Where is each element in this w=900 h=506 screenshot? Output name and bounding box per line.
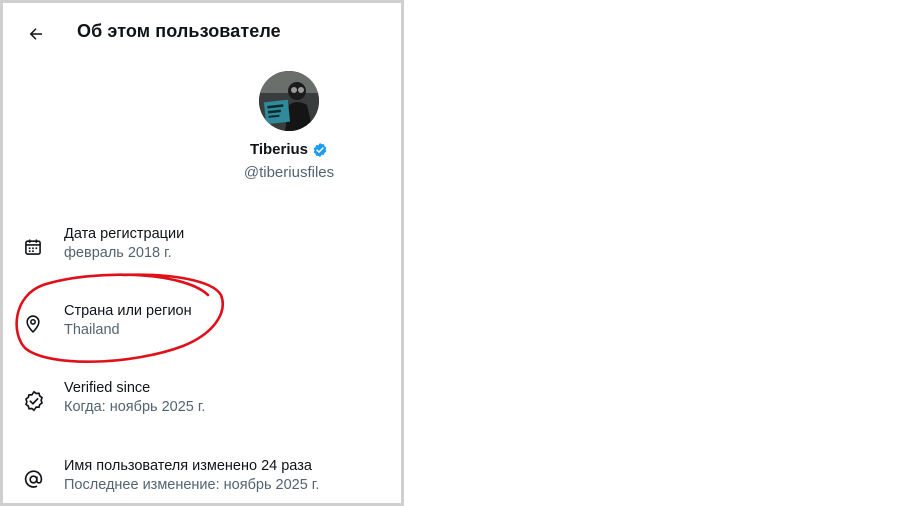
- calendar-icon: [25, 239, 41, 255]
- display-name: Tiberius: [249, 141, 309, 158]
- row-subtitle: февраль 2018 г.: [64, 245, 172, 261]
- row-subtitle: Последнее изменение: ноябрь 2025 г.: [64, 477, 320, 493]
- row-subtitle: Thailand: [64, 322, 120, 338]
- back-button[interactable]: [19, 17, 53, 51]
- row-title: Дата регистрации: [64, 226, 185, 242]
- about-user-panel: Об этом пользователе Tiberius @tiberiusf…: [0, 0, 404, 506]
- display-name-row: Tiberius: [231, 141, 347, 158]
- arrow-left-icon: [29, 28, 42, 40]
- info-row-registration: Дата регистрации февраль 2018 г.: [23, 225, 393, 269]
- verified-check-icon: [25, 390, 43, 412]
- info-row-verified: Verified since Когда: ноябрь 2025 г.: [23, 379, 393, 423]
- info-row-country: Страна или регион Thailand: [23, 302, 393, 346]
- user-handle: @tiberiusfiles: [243, 164, 335, 181]
- profile-summary: Tiberius @tiberiusfiles: [231, 71, 347, 181]
- info-row-username-changes: Имя пользователя изменено 24 раза Послед…: [23, 457, 393, 501]
- avatar[interactable]: [259, 71, 319, 131]
- verified-badge-icon: [313, 142, 327, 157]
- row-title: Verified since: [64, 380, 151, 396]
- location-pin-icon: [26, 315, 40, 333]
- header: Об этом пользователе: [3, 3, 401, 63]
- at-sign-icon: [24, 469, 43, 488]
- row-title: Имя пользователя изменено 24 раза: [64, 458, 312, 474]
- page-title: Об этом пользователе: [77, 21, 281, 41]
- row-subtitle: Когда: ноябрь 2025 г.: [64, 399, 206, 415]
- row-title: Страна или регион: [64, 303, 192, 319]
